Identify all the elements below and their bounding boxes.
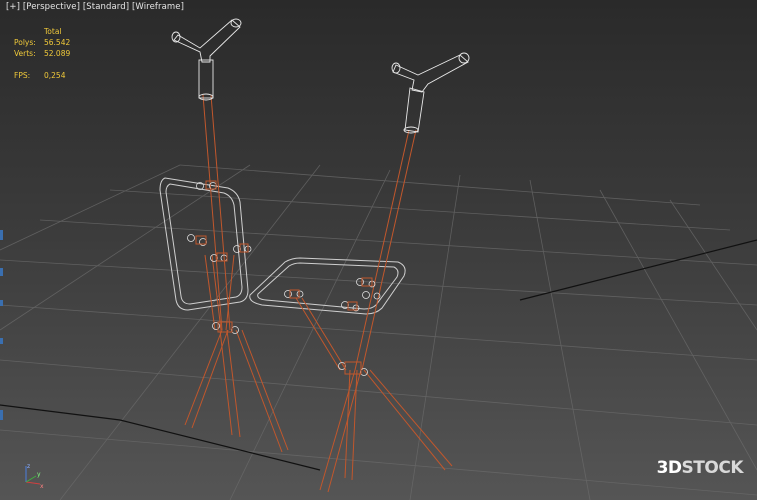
3dstock-logo: 3DSTOCK xyxy=(656,458,744,478)
gizmo-y-label: y xyxy=(37,471,41,478)
viewport-shading-mode[interactable]: [Wireframe] xyxy=(132,2,184,12)
stats-fps-label: FPS: xyxy=(14,71,31,80)
viewport-shading-preset[interactable]: [Standard] xyxy=(83,2,129,12)
ground-grid xyxy=(0,164,757,500)
grid-home-lines xyxy=(0,239,757,471)
handle-grip-right xyxy=(391,52,470,134)
stats-polys-label: Polys: xyxy=(14,38,36,47)
chair-seat xyxy=(249,257,406,315)
stats-verts-label: Verts: xyxy=(14,49,36,58)
wireframe-scene xyxy=(0,18,757,500)
gizmo-x-label: x xyxy=(40,483,44,490)
viewport-menu-plus[interactable]: [+] xyxy=(6,2,20,12)
stats-verts-value: 52.089 xyxy=(44,49,71,58)
gizmo-z-label: z xyxy=(27,463,30,470)
viewport-point-of-view[interactable]: [Perspective] xyxy=(23,2,80,12)
stats-fps-value: 0,254 xyxy=(44,71,66,80)
stats-header: Total xyxy=(44,27,62,36)
stats-polys-value: 56.542 xyxy=(44,38,71,47)
scene-statistics: Total Polys: 56.542 Verts: 52.089 FPS: 0… xyxy=(14,26,70,81)
axis-gizmo: z x y xyxy=(25,463,44,490)
chair-frame-poles xyxy=(184,94,453,493)
viewport-edge-markers xyxy=(0,0,3,500)
3d-viewport[interactable]: [+] [Perspective] [Standard] [Wireframe]… xyxy=(0,0,757,500)
viewport-label-bar: [+] [Perspective] [Standard] [Wireframe] xyxy=(6,2,184,12)
handle-grip-left xyxy=(171,18,242,101)
